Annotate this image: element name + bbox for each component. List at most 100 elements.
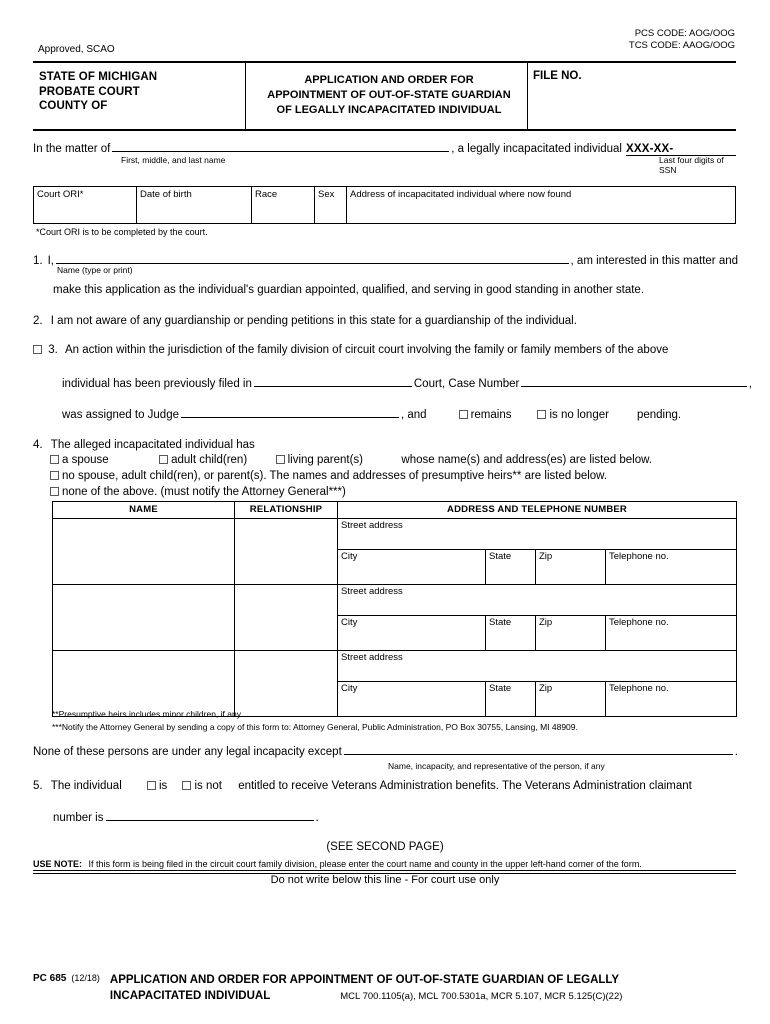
person-1-city-cell[interactable]: City (337, 549, 486, 585)
item-3-court-input[interactable] (253, 376, 412, 387)
person-1-street-cell[interactable]: Street address (336, 518, 738, 550)
item-5-number: 5. (33, 780, 43, 792)
item-4-adult-child-checkbox[interactable] (159, 455, 169, 464)
item-3-line-3: was assigned to Judge , and remains is n… (62, 407, 752, 423)
table-row: Street address (52, 518, 738, 585)
item-5-line-1: 5. The individual is is not entitled to … (33, 779, 738, 794)
city-label: City (341, 683, 358, 694)
person-3-telephone-cell[interactable]: Telephone no. (604, 681, 738, 717)
person-2-telephone-cell[interactable]: Telephone no. (604, 615, 738, 651)
item-3-remains-checkbox[interactable] (458, 409, 468, 419)
persons-header-address: ADDRESS AND TELEPHONE NUMBER (336, 501, 738, 519)
see-second-page-note: (SEE SECOND PAGE) (326, 841, 444, 853)
telephone-label: Telephone no. (609, 617, 669, 628)
item-1-number: 1. (33, 254, 43, 267)
item-5-is-checkbox[interactable] (146, 781, 156, 790)
form-revision-date: (12/18) (71, 973, 100, 983)
item-5-is-label: is (158, 780, 168, 792)
none-incapacity-input[interactable] (343, 744, 733, 755)
item-3-is-no-longer-checkbox[interactable] (537, 409, 547, 419)
form-footer: PC 685 (12/18) APPLICATION AND ORDER FOR … (33, 972, 743, 1005)
use-note-text: If this form is being filed in the circu… (88, 859, 642, 869)
ori-cell-race[interactable]: Race (251, 187, 314, 223)
person-2-name-cell[interactable] (52, 584, 235, 651)
item-4-no-relatives-checkbox[interactable] (50, 471, 59, 480)
ori-header-address: Address of incapacitated individual wher… (350, 189, 572, 200)
footnotes: **Presumptive heirs includes minor child… (52, 708, 578, 733)
item-5-claimant-number-input[interactable] (105, 810, 314, 821)
item-4-option-row-3: none of the above. (must notify the Atto… (50, 484, 750, 500)
form-title-line-2: APPOINTMENT OF OUT-OF-STATE GUARDIAN (267, 89, 511, 101)
item-5-tail: entitled to receive Veterans Administrat… (238, 780, 692, 792)
tcs-code: TCS CODE: AAOG/OOG (628, 40, 735, 51)
state-label: State (489, 683, 512, 694)
item-4-option-row-1: a spouse adult child(ren) living parent(… (50, 452, 750, 468)
person-1-relationship-cell[interactable] (234, 518, 338, 585)
file-number-label: FILE NO. (533, 70, 582, 82)
use-note-label: USE NOTE: (33, 859, 83, 869)
item-4-living-parent-label: living parent(s) (287, 454, 363, 466)
item-4-option-row-2: no spouse, adult child(ren), or parent(s… (50, 468, 750, 484)
person-1-telephone-cell[interactable]: Telephone no. (604, 549, 738, 585)
person-2-city-cell[interactable]: City (337, 615, 486, 651)
person-2-relationship-cell[interactable] (234, 584, 338, 651)
person-1-state-cell[interactable]: State (485, 549, 536, 585)
form-title-line-1: APPLICATION AND ORDER FOR (304, 74, 474, 86)
ori-cell-sex[interactable]: Sex (314, 187, 346, 223)
item-3-checkbox[interactable] (33, 345, 42, 354)
item-3-case-number-label: Court, Case Number (413, 377, 520, 390)
person-2-state-cell[interactable]: State (485, 615, 536, 651)
footer-title-line-1: APPLICATION AND ORDER FOR APPOINTMENT OF… (109, 974, 620, 986)
none-incapacity-text: None of these persons are under any lega… (33, 745, 342, 758)
person-2-zip-cell[interactable]: Zip (535, 615, 606, 651)
item-1-lead: I, (47, 254, 54, 267)
matter-name-input[interactable] (112, 141, 450, 152)
item-1-name-input[interactable] (55, 253, 569, 264)
none-incapacity-line: None of these persons are under any lega… (33, 744, 738, 760)
zip-label: Zip (539, 617, 553, 628)
item-2-number: 2. (33, 315, 43, 327)
item-5-is-not-checkbox[interactable] (182, 781, 192, 790)
ori-cell-dob[interactable]: Date of birth (136, 187, 251, 223)
person-1-zip-cell[interactable]: Zip (535, 549, 606, 585)
item-4-living-parent-checkbox[interactable] (275, 455, 285, 464)
item-3-and-label: , and (401, 408, 427, 421)
person-3-relationship-cell[interactable] (234, 650, 338, 717)
table-row: Street address (52, 650, 738, 717)
person-1-name-cell[interactable] (52, 518, 235, 585)
item-5-line-2: number is . (53, 810, 743, 826)
court-ori-note: *Court ORI is to be completed by the cou… (36, 227, 208, 237)
item-4-spouse-checkbox[interactable] (50, 455, 59, 464)
matter-prefix: In the matter of (33, 142, 111, 155)
item-5-is-not-label: is not (194, 780, 222, 792)
street-label: Street address (341, 586, 403, 597)
persons-table-header-row: NAME RELATIONSHIP ADDRESS AND TELEPHONE … (52, 501, 738, 519)
persons-header-name: NAME (52, 501, 235, 519)
court-use-only-note: Do not write below this line - For court… (270, 874, 500, 886)
person-3-name-cell[interactable] (52, 650, 235, 717)
header-divider-left (245, 63, 246, 129)
ori-header-sex: Sex (318, 189, 335, 200)
footer-citation: MCL 700.1105(a), MCL 700.5301a, MCR 5.10… (340, 991, 623, 1002)
item-3-judge-input[interactable] (181, 407, 399, 418)
zip-label: Zip (539, 683, 553, 694)
city-label: City (341, 617, 358, 628)
person-3-street-cell[interactable]: Street address (336, 650, 738, 682)
ori-cell-court-ori[interactable]: Court ORI* (34, 187, 136, 223)
item-3-case-number-input[interactable] (521, 376, 747, 387)
county-label: COUNTY OF (39, 100, 108, 112)
item-1-line-2: make this application as the individual'… (53, 284, 645, 296)
ssn-caption: Last four digits of SSN (659, 154, 724, 175)
in-the-matter-of-section: In the matter of , a legally incapacitat… (33, 141, 738, 175)
person-2-street-cell[interactable]: Street address (336, 584, 738, 616)
item-4-none-of-above-label: none of the above. (must notify the Atto… (62, 486, 346, 498)
form-id: PC 685 (33, 973, 67, 984)
ori-cell-address[interactable]: Address of incapacitated individual wher… (346, 187, 735, 223)
city-label: City (341, 551, 358, 562)
item-4-head: 4. The alleged incapacitated individual … (33, 438, 255, 453)
item-4-none-of-above-checkbox[interactable] (50, 487, 59, 496)
state-label: STATE OF MICHIGAN (39, 71, 158, 83)
item-1-tail: , am interested in this matter and (570, 254, 738, 267)
none-incapacity-caption: Name, incapacity, and representative of … (388, 761, 605, 771)
table-row: Street address (52, 584, 738, 651)
